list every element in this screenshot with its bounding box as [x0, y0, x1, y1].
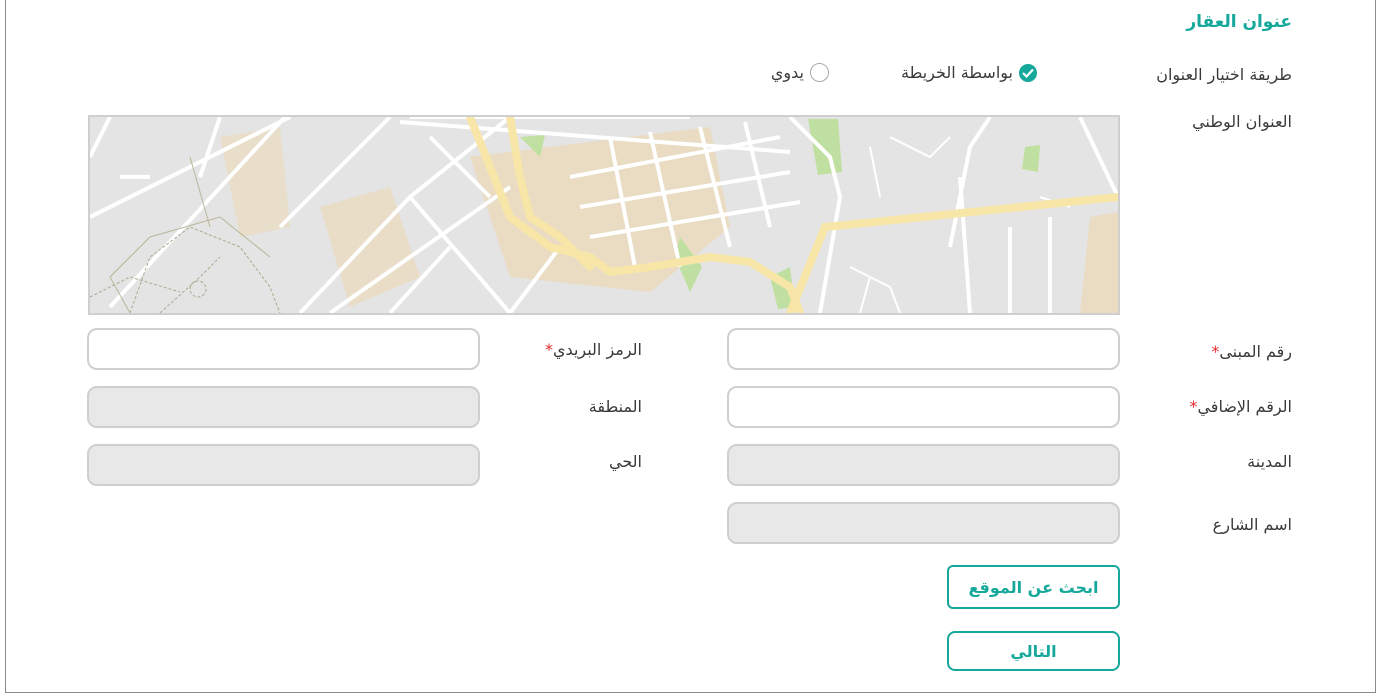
radio-by-map[interactable]: بواسطة الخريطة	[901, 63, 1037, 82]
national-address-label: العنوان الوطني	[1192, 112, 1292, 131]
street-name-label: اسم الشارع	[1212, 515, 1292, 534]
district-input	[87, 444, 480, 486]
building-number-input[interactable]	[727, 328, 1120, 370]
radio-by-map-label: بواسطة الخريطة	[901, 63, 1013, 82]
building-number-label: رقم المبنى*	[1211, 342, 1292, 361]
additional-number-label: الرقم الإضافي*	[1189, 397, 1292, 416]
city-label: المدينة	[1247, 452, 1292, 471]
district-label: الحي	[609, 452, 642, 471]
radio-manual-label: يدوي	[770, 63, 804, 82]
map-view[interactable]	[88, 115, 1120, 315]
postal-code-label: الرمز البريدي*	[545, 340, 642, 359]
map-canvas	[90, 117, 1118, 313]
city-input	[727, 444, 1120, 486]
region-label: المنطقة	[588, 397, 642, 416]
radio-empty-icon	[810, 63, 829, 82]
search-location-button[interactable]: ابحث عن الموقع	[947, 565, 1120, 609]
next-button[interactable]: التالي	[947, 631, 1120, 671]
check-circle-icon	[1019, 63, 1037, 82]
section-title: عنوان العقار	[1186, 12, 1292, 32]
method-label: طريقة اختيار العنوان	[1156, 65, 1292, 84]
postal-code-input[interactable]	[87, 328, 480, 370]
required-mark: *	[545, 340, 554, 359]
region-input	[87, 386, 480, 428]
radio-manual[interactable]: يدوي	[771, 63, 829, 82]
street-name-input	[727, 502, 1120, 544]
additional-number-input[interactable]	[727, 386, 1120, 428]
